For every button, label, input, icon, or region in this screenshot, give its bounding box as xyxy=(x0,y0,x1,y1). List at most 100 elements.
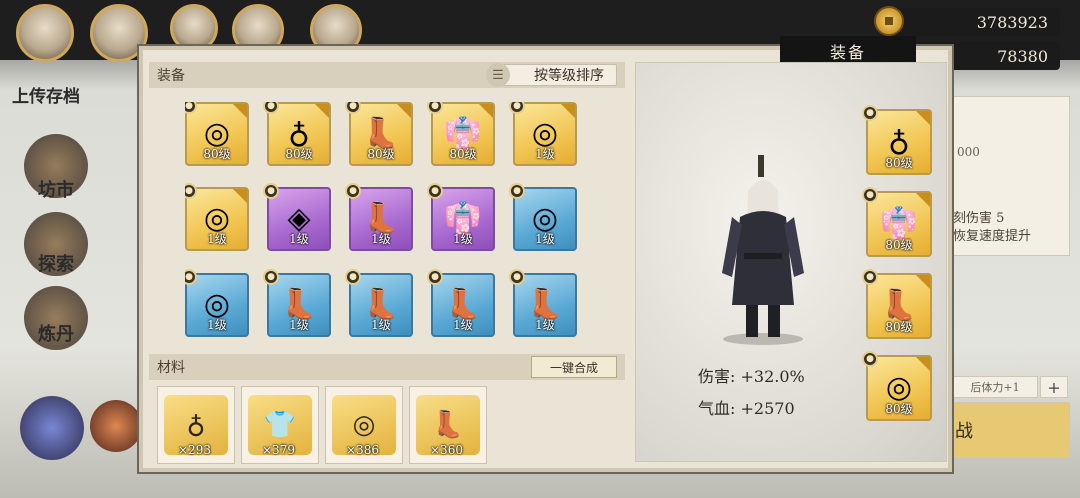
equipped-slot-boots[interactable]: ● 👢 80级 xyxy=(862,269,932,339)
armor-type-icon: ● xyxy=(862,187,878,203)
equipped-slot-ring[interactable]: ● ◎ 80级 xyxy=(862,351,932,421)
ring-type-icon: ● xyxy=(509,183,525,200)
equipment-item-boots[interactable]: ● 👢 1级 xyxy=(509,268,577,337)
add-power-button[interactable]: + xyxy=(1040,376,1068,398)
side-info-box: 000 刻伤害 5 恢复速度提升 xyxy=(952,96,1070,256)
equipment-item-boots[interactable]: ● 👢 1级 xyxy=(427,268,495,337)
material-armor[interactable]: 👕 ×379 xyxy=(241,386,319,464)
material-boots[interactable]: 👢 ×360 xyxy=(409,386,487,464)
equipment-item-necklace[interactable]: ● ◈ 1级 xyxy=(263,183,331,252)
boots-type-icon: ● xyxy=(345,102,361,114)
boots-type-icon: ● xyxy=(427,268,443,285)
armor-type-icon: ● xyxy=(427,183,443,200)
coin-amount: 3783923 xyxy=(976,12,1048,32)
menu-alchemy[interactable]: 炼丹 xyxy=(38,320,74,346)
equipment-item-boots[interactable]: ● 👢 1级 xyxy=(263,268,331,337)
battle-button[interactable]: 战 xyxy=(952,402,1070,458)
equipment-header-label: 装备 xyxy=(157,68,185,84)
armor-icon: 👘 xyxy=(880,206,918,241)
materials-header-label: 材料 xyxy=(157,360,185,376)
material-count: ×360 xyxy=(430,443,463,457)
corner-flag-icon xyxy=(233,104,247,118)
ring-type-icon: ● xyxy=(185,183,197,200)
save-upload-label[interactable]: 上传存档 xyxy=(12,82,80,107)
equipment-dialog: 装备 装备 ☰ 按等级排序 ● ◎ 80级 ● ♁ 80级 ● 👢 80级 ● 👘 80级 ● ◎ 1级 ● ◎… xyxy=(139,36,952,472)
equipped-slot-armor[interactable]: ● 👘 80级 xyxy=(862,187,932,257)
necklace-type-icon: ● xyxy=(263,102,279,114)
equipment-item-boots[interactable]: ● 👢 80级 xyxy=(345,102,413,166)
menu-icon: ☰ xyxy=(486,63,510,87)
item-level: 80级 xyxy=(367,147,395,161)
portrait[interactable] xyxy=(170,4,218,52)
necklace-type-icon: ● xyxy=(263,183,279,200)
equipment-item-armor[interactable]: ● 👘 1级 xyxy=(427,183,495,252)
material-ring[interactable]: ◎ ×386 xyxy=(325,386,403,464)
hp-label: 气血: xyxy=(698,399,736,418)
equipment-item-ring[interactable]: ● ◎ 1级 xyxy=(509,183,577,252)
coin-icon xyxy=(874,6,904,36)
materials-row: ♁ ×293 👕 ×379 ◎ ×386 👢 ×360 xyxy=(149,386,625,464)
equipment-item-boots[interactable]: ● 👢 1级 xyxy=(345,183,413,252)
corner-flag-icon xyxy=(916,357,930,371)
material-count: ×386 xyxy=(346,443,379,457)
item-level: 1级 xyxy=(371,232,391,247)
necklace-icon: ♁ xyxy=(888,124,910,159)
damage-stat: 伤害: +32.0% xyxy=(698,363,805,387)
material-count: ×379 xyxy=(262,443,295,457)
corner-flag-icon xyxy=(561,104,575,118)
sort-by-level-button[interactable]: ☰ 按等级排序 xyxy=(486,63,617,87)
equipment-item-ring[interactable]: ● ◎ 1级 xyxy=(185,268,249,337)
hp-value: +2570 xyxy=(740,399,795,418)
material-necklace[interactable]: ♁ ×293 xyxy=(157,386,235,464)
side-text: 恢复速度提升 xyxy=(953,229,1032,244)
equipment-grid[interactable]: ● ◎ 80级 ● ♁ 80级 ● 👢 80级 ● 👘 80级 ● ◎ 1级 ● ◎ 1级 ● ◈ 1级 ● 👢 1级 ● 👘 1级… xyxy=(185,102,595,342)
skill-orb-icon[interactable] xyxy=(20,396,84,460)
materials-section-header: 材料 一键合成 xyxy=(149,354,625,380)
material-count: ×293 xyxy=(178,443,211,457)
materials-section: 材料 一键合成 ♁ ×293 👕 ×379 ◎ ×386 👢 ×360 xyxy=(149,354,625,464)
item-level: 1级 xyxy=(371,317,391,332)
boots-icon: 👢 xyxy=(880,288,918,323)
equipment-item-ring[interactable]: ● ◎ 1级 xyxy=(185,183,249,252)
item-level: 1级 xyxy=(453,232,473,247)
currency-coins: 3783923 xyxy=(874,6,1060,36)
corner-flag-icon xyxy=(916,193,930,207)
item-level: 1级 xyxy=(289,232,309,247)
combine-all-button[interactable]: 一键合成 xyxy=(531,356,617,378)
item-level: 80级 xyxy=(885,320,913,334)
item-level: 1级 xyxy=(207,317,227,332)
item-level: 80级 xyxy=(203,147,231,161)
item-level: 1级 xyxy=(535,317,555,332)
item-level: 80级 xyxy=(449,147,477,161)
ring-type-icon: ● xyxy=(862,351,878,367)
ring-type-icon: ● xyxy=(185,268,197,285)
sort-label: 按等级排序 xyxy=(534,68,604,84)
skill-orb-icon[interactable] xyxy=(90,400,142,452)
equipped-slot-necklace[interactable]: ● ♁ 80级 xyxy=(862,105,932,175)
damage-label: 伤害: xyxy=(698,367,736,386)
character-figure xyxy=(722,155,804,345)
necklace-type-icon: ● xyxy=(862,105,878,121)
item-level: 80级 xyxy=(285,147,313,161)
equipment-item-ring[interactable]: ● ◎ 1级 xyxy=(509,102,577,166)
boots-type-icon: ● xyxy=(509,268,525,285)
hero-portrait[interactable] xyxy=(16,4,74,62)
equipment-item-necklace[interactable]: ● ♁ 80级 xyxy=(263,102,331,166)
boots-type-icon: ● xyxy=(263,268,279,285)
boots-type-icon: ● xyxy=(345,268,361,285)
menu-market[interactable]: 坊市 xyxy=(38,176,74,202)
boots-type-icon: ● xyxy=(862,269,878,285)
item-level: 1级 xyxy=(453,317,473,332)
gem-amount: 78380 xyxy=(997,46,1048,66)
side-text: 000 xyxy=(957,145,980,159)
armor-type-icon: ● xyxy=(427,102,443,114)
corner-flag-icon xyxy=(315,104,329,118)
equipment-item-boots[interactable]: ● 👢 1级 xyxy=(345,268,413,337)
equipment-item-armor[interactable]: ● 👘 80级 xyxy=(427,102,495,166)
equipment-item-ring[interactable]: ● ◎ 80级 xyxy=(185,102,249,166)
ring-icon: ◎ xyxy=(885,370,913,405)
menu-explore[interactable]: 探索 xyxy=(38,250,74,276)
ring-type-icon: ● xyxy=(185,102,197,114)
item-level: 1级 xyxy=(207,232,227,247)
hp-stat: 气血: +2570 xyxy=(698,395,795,419)
